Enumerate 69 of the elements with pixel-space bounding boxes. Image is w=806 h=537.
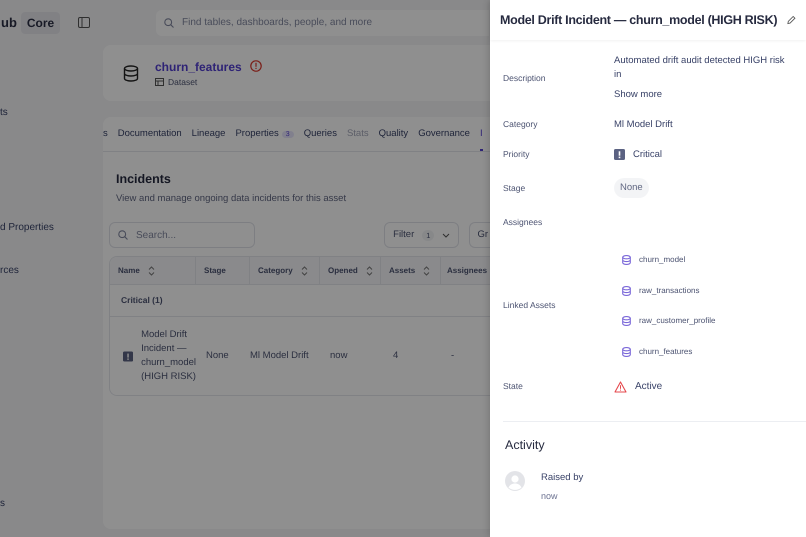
section-title: Incidents	[116, 171, 171, 188]
column-header[interactable]: Stage	[204, 264, 226, 277]
critical-icon	[614, 149, 625, 160]
search-icon	[118, 230, 128, 240]
warning-triangle-icon	[614, 380, 627, 393]
assets-count: 4	[393, 350, 398, 362]
tab[interactable]: Lineage	[192, 127, 226, 152]
state-value: Active	[635, 380, 662, 394]
stage-pill: None	[614, 178, 649, 198]
asset-type: Dataset	[168, 76, 198, 88]
brand-name: ub	[0, 14, 17, 32]
sort-icon[interactable]	[366, 266, 373, 276]
sidebar-item[interactable]: s	[0, 496, 100, 511]
chevron-down-icon	[442, 232, 450, 238]
tab[interactable]: Documentation	[118, 127, 182, 152]
database-icon	[622, 346, 631, 356]
group-label: Critical (1)	[121, 294, 163, 308]
tab[interactable]: Queries	[304, 127, 337, 152]
show-more-link[interactable]: Show more	[614, 88, 793, 102]
priority-value: Critical	[633, 148, 662, 162]
tab[interactable]: s	[103, 127, 108, 152]
database-icon	[622, 255, 631, 265]
field-label: State	[503, 380, 524, 394]
category-cell: Ml Model Drift	[250, 350, 309, 362]
edit-icon[interactable]	[787, 15, 796, 25]
sidebar-toggle-icon[interactable]	[78, 17, 90, 28]
asset-link[interactable]: churn_model	[639, 254, 686, 266]
field-label: Assignees	[503, 216, 544, 229]
drawer-title: Model Drift Incident — churn_model (HIGH RISK)	[500, 12, 778, 29]
database-icon	[622, 286, 631, 296]
tab[interactable]: Quality	[378, 127, 408, 152]
avatar-icon	[505, 470, 525, 490]
tab[interactable]: Governance	[418, 127, 470, 152]
opened-cell: now	[330, 350, 348, 362]
sort-icon[interactable]	[300, 266, 308, 276]
tab[interactable]: I	[480, 127, 483, 152]
sidebar-item[interactable]: ts	[0, 105, 100, 120]
critical-icon	[123, 350, 134, 362]
table-icon	[155, 78, 164, 86]
sidebar-item[interactable]: d Properties	[0, 220, 100, 235]
edition-badge: Core	[20, 12, 60, 34]
sidebar-item[interactable]: rces	[0, 263, 100, 278]
activity-title: Activity	[505, 436, 546, 454]
field-value: Automated drift audit detected HIGH risk in	[614, 54, 786, 82]
field-label: Description	[503, 72, 547, 84]
activity-text: Raised by	[541, 470, 584, 484]
field-value: Ml Model Drift	[614, 118, 673, 132]
search-icon	[164, 18, 174, 28]
sort-icon[interactable]	[423, 266, 430, 276]
field-label: Linked Assets	[503, 299, 556, 312]
column-header[interactable]: Name	[118, 264, 140, 277]
asset-name-link[interactable]: churn_features	[155, 58, 242, 76]
asset-link[interactable]: churn_features	[639, 346, 692, 358]
section-subtitle: View and manage ongoing data incidents for this asset	[116, 192, 346, 206]
database-icon	[123, 64, 139, 82]
asset-link[interactable]: raw_customer_profile	[639, 315, 716, 327]
field-label: Priority	[503, 148, 530, 162]
field-label: Category	[503, 118, 538, 132]
sort-icon[interactable]	[148, 266, 155, 276]
group-button[interactable]: Gr	[469, 222, 490, 248]
incident-name-link[interactable]: Model Drift Incident — churn_model (HIGH RISK)	[141, 328, 196, 384]
assignees-cell: -	[451, 350, 454, 362]
database-icon	[622, 316, 631, 326]
activity-time: now	[541, 490, 559, 503]
search-field[interactable]: Search...	[109, 222, 255, 248]
field-label: Stage	[503, 182, 526, 195]
asset-link[interactable]: raw_transactions	[639, 284, 700, 296]
global-search-field[interactable]: Find tables, dashboards, people, and more	[156, 10, 489, 36]
stage-cell: None	[206, 350, 229, 362]
